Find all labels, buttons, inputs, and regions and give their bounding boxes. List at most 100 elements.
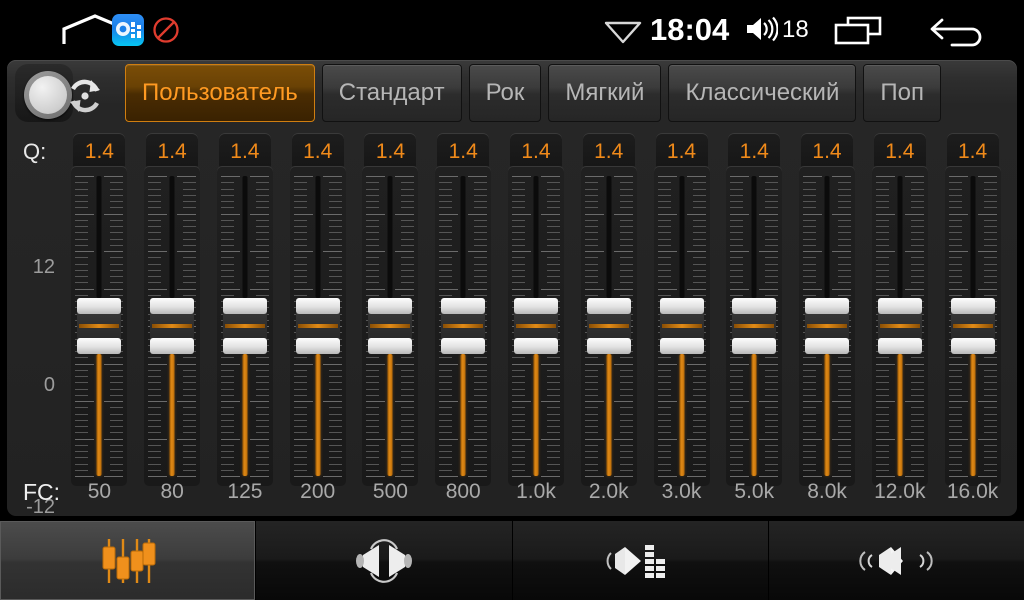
tick	[183, 445, 197, 446]
tick	[148, 457, 162, 458]
tick	[293, 176, 313, 177]
tick	[838, 270, 852, 271]
tick	[692, 232, 706, 233]
tick	[584, 457, 598, 458]
nav-button-2[interactable]	[512, 521, 769, 600]
tick	[765, 257, 779, 258]
eq-slider-4[interactable]	[354, 166, 427, 492]
preset-tab-1[interactable]: Стандарт	[321, 64, 462, 122]
slider-thumb-3[interactable]	[295, 298, 340, 354]
tick	[686, 176, 706, 177]
eq-slider-3[interactable]	[281, 166, 354, 492]
tick	[183, 207, 197, 208]
eq-slider-5[interactable]	[427, 166, 500, 492]
tick	[328, 282, 342, 283]
balance-fader-icon	[341, 535, 427, 587]
tick	[183, 220, 197, 221]
eq-slider-8[interactable]	[645, 166, 718, 492]
tick	[983, 220, 997, 221]
eq-slider-7[interactable]	[572, 166, 645, 492]
reset-circular-arrows-icon[interactable]	[64, 75, 106, 117]
db-scale: 12 0 -12	[7, 174, 63, 518]
thumb-bottom-bar	[222, 338, 267, 354]
tick	[730, 239, 744, 240]
tick	[395, 176, 415, 177]
slider-thumb-12[interactable]	[950, 298, 995, 354]
slider-thumb-8[interactable]	[659, 298, 704, 354]
tick	[910, 376, 924, 377]
slider-thumb-1[interactable]	[150, 298, 195, 354]
tick	[110, 182, 124, 183]
recents-icon[interactable]	[834, 16, 882, 46]
tick	[177, 289, 197, 290]
slider-thumb-9[interactable]	[732, 298, 777, 354]
tick	[511, 220, 525, 221]
tick	[104, 289, 124, 290]
slider-thumb-0[interactable]	[77, 298, 122, 354]
tick	[148, 276, 162, 277]
tick	[474, 276, 488, 277]
eq-slider-2[interactable]	[209, 166, 282, 492]
tick	[401, 207, 415, 208]
tick	[686, 401, 706, 402]
tick	[328, 195, 342, 196]
eq-slider-10[interactable]	[791, 166, 864, 492]
tick	[401, 389, 415, 390]
thumb-bottom-bar	[586, 338, 631, 354]
tick	[183, 432, 197, 433]
tick	[75, 370, 89, 371]
equalizer-screen: 18:04 18 Пользователь Стандарт Рок Мягки…	[0, 0, 1024, 600]
tick	[293, 451, 307, 452]
slider-thumb-6[interactable]	[513, 298, 558, 354]
nav-button-1[interactable]	[256, 521, 513, 600]
equalizer-app-icon[interactable]	[112, 14, 144, 46]
preset-tab-4[interactable]: Классический	[668, 64, 857, 122]
slider-track-upper	[824, 176, 830, 298]
tick	[546, 426, 560, 427]
tick	[366, 195, 380, 196]
tick	[948, 232, 962, 233]
tick	[255, 464, 269, 465]
slider-track-upper	[387, 176, 393, 298]
tick	[977, 251, 997, 252]
nav-button-0[interactable]	[0, 521, 257, 600]
surround-icon	[853, 535, 939, 587]
volume-icon[interactable]	[744, 14, 779, 44]
eq-slider-12[interactable]	[936, 166, 1009, 492]
tick	[803, 207, 817, 208]
slider-thumb-11[interactable]	[877, 298, 922, 354]
tick	[439, 432, 453, 433]
tick	[255, 220, 269, 221]
tick	[474, 357, 488, 358]
preset-tab-0[interactable]: Пользователь	[125, 64, 315, 122]
tick	[293, 414, 307, 415]
no-entry-icon	[152, 16, 180, 44]
preset-tab-3[interactable]: Мягкий	[548, 64, 662, 122]
eq-slider-0[interactable]	[63, 166, 136, 492]
preset-tab-5[interactable]: Поп	[863, 64, 941, 122]
thumb-top-bar	[513, 298, 558, 314]
slider-thumb-10[interactable]	[805, 298, 850, 354]
tick	[177, 251, 197, 252]
slider-thumb-2[interactable]	[222, 298, 267, 354]
tick	[948, 295, 962, 296]
nav-button-3[interactable]	[768, 521, 1024, 600]
eq-slider-9[interactable]	[718, 166, 791, 492]
eq-slider-1[interactable]	[136, 166, 209, 492]
tick	[468, 439, 488, 440]
slider-thumb-5[interactable]	[441, 298, 486, 354]
preset-tab-2[interactable]: Рок	[468, 64, 542, 122]
tick	[619, 426, 633, 427]
tick	[692, 264, 706, 265]
tick	[730, 407, 744, 408]
eq-slider-11[interactable]	[863, 166, 936, 492]
back-icon[interactable]	[930, 14, 986, 48]
eq-slider-6[interactable]	[500, 166, 573, 492]
tick	[983, 451, 997, 452]
tick	[328, 432, 342, 433]
tick	[657, 195, 671, 196]
tick	[875, 251, 895, 252]
slider-thumb-7[interactable]	[586, 298, 631, 354]
slider-thumb-4[interactable]	[368, 298, 413, 354]
tick	[657, 364, 677, 365]
